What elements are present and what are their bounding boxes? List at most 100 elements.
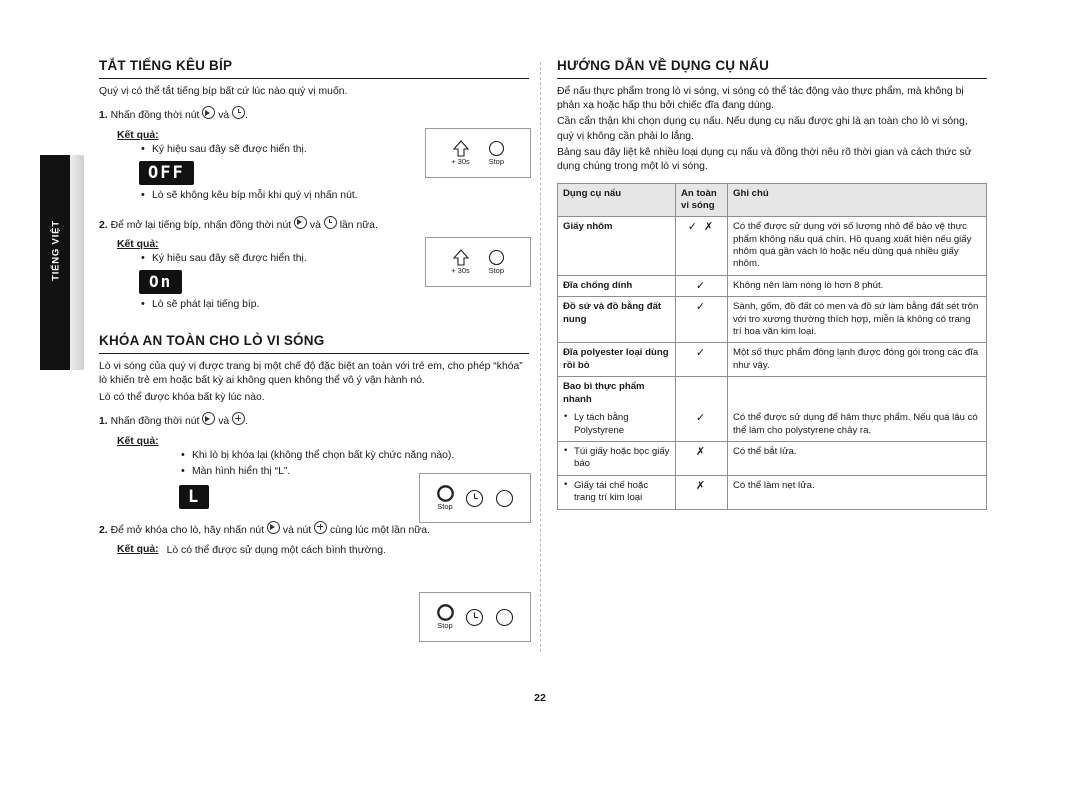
table-row: Giấy nhôm ✓ ✗ Có thể được sử dụng với số… [557, 216, 987, 276]
stop-circle-icon [488, 140, 505, 157]
stop-circle-icon [436, 485, 454, 502]
sound-key-icon [294, 215, 308, 229]
beep-step-1-end: . [245, 110, 248, 122]
key-stop[interactable]: Stop [436, 604, 454, 630]
beep-intro: Quý vị có thể tắt tiếng bíp bất cứ lúc n… [99, 86, 348, 97]
beep-step-2-text: Để mở lại tiếng bíp, nhấn đồng thời nút [110, 219, 292, 231]
beep-step-2: 2. Để mở lại tiếng bíp, nhấn đồng thời n… [99, 215, 529, 234]
key-stop[interactable]: Stop [488, 249, 505, 275]
table-row: Đồ sứ và đồ bằng đất nung ✓ Sành, gốm, đ… [557, 296, 987, 344]
column-divider [540, 62, 542, 652]
sound-key-icon [266, 520, 280, 534]
plus-key-icon [314, 520, 328, 534]
arrow-up-icon [452, 140, 469, 157]
key-stop-label: Stop [437, 502, 453, 511]
cell-note: Có thể được sử dụng với số lượng nhỏ để … [727, 216, 987, 276]
language-side-tab: TIẾNG VIỆT [40, 155, 84, 370]
key-panel-lock: Stop [419, 473, 531, 523]
section-title-beep: TẮT TIẾNG KÊU BÍP [99, 58, 529, 79]
table-row-group-header: Bao bì thực phẩm nhanh [557, 376, 987, 409]
key-panel-beep-off: + 30s Stop [425, 128, 531, 178]
cell-mark: ✓ [675, 296, 728, 344]
key-panel-unlock: Stop [419, 592, 531, 642]
key-plus30s[interactable]: + 30s [451, 249, 470, 275]
side-tab-label: TIẾNG VIỆT [50, 220, 62, 281]
clock-key-icon [323, 215, 337, 229]
dial-circle-icon [495, 608, 514, 627]
key-plus30s[interactable]: + 30s [451, 140, 470, 166]
beep-step-2-mid: và [309, 219, 321, 231]
cell-mark: ✓ [675, 274, 728, 298]
clock-key-icon [232, 106, 246, 120]
key-dial[interactable] [495, 608, 514, 627]
cell-note: Sành, gốm, đồ đất có men và đồ sứ làm bằ… [727, 296, 987, 344]
document-page: TIẾNG VIỆT TẮT TIẾNG KÊU BÍP Quý vị có t… [0, 0, 1080, 789]
key-plus30s-label: + 30s [451, 266, 470, 275]
cookware-para-3: Bảng sau đây liệt kê nhiều loại dụng cụ … [557, 146, 972, 173]
cell-name: Giấy nhôm [557, 216, 676, 276]
cookware-para-1: Để nấu thực phẩm trong lò vi sóng, vi só… [557, 86, 964, 112]
childlock-result-2-text: Lò có thể được sử dụng một cách bình thư… [166, 545, 386, 557]
cell-mark: ✗ [675, 440, 728, 476]
cell-name: Đĩa polyester loại dùng rồi bỏ [557, 342, 676, 378]
cell-mark: ✗ [675, 474, 728, 510]
list-item: Ly tách bằng Polystyrene [563, 411, 670, 437]
beep-step-1: 1. Nhấn đồng thời nút và . [99, 106, 529, 124]
side-tab-black-band: TIẾNG VIỆT [40, 155, 70, 370]
childlock-result-2: Kết quả: Lò có thể được sử dụng một cách… [117, 544, 529, 558]
childlock-step-1-number: 1. [99, 416, 108, 428]
beep-step-2-number: 2. [99, 219, 108, 231]
right-column: HƯỚNG DẪN VỀ DỤNG CỤ NẤU Để nấu thực phẩ… [557, 58, 987, 510]
cell-note: Một số thực phẩm đông lạnh được đóng gói… [727, 342, 987, 378]
cell-note: Không nên làm nóng lò hơn 8 phút. [727, 274, 987, 298]
key-stop-label: Stop [488, 157, 504, 166]
lcd-display-off: OFF [139, 161, 194, 186]
plus-key-icon [232, 412, 246, 426]
beep-step-1-number: 1. [99, 110, 108, 122]
table-header-row: Dụng cụ nấu An toàn vi sóng Ghi chú [557, 183, 987, 218]
list-item: Khi lò bị khóa lại (không thể chọn bất k… [179, 448, 529, 463]
key-stop[interactable]: Stop [436, 485, 454, 511]
childlock-step-2-number: 2. [99, 524, 108, 536]
page-number: 22 [534, 692, 546, 704]
key-panel-beep-on: + 30s Stop [425, 237, 531, 287]
cookware-para-2: Cần cẩn thận khi chọn dụng cụ nấu. Nếu d… [557, 116, 968, 142]
table-row: Đĩa chống dính ✓ Không nên làm nóng lò h… [557, 274, 987, 298]
th-cookware: Dụng cụ nấu [557, 183, 676, 218]
sound-key-icon [202, 412, 216, 426]
childlock-step-1: 1. Nhấn đồng thời nút và . [99, 412, 529, 430]
cookware-table: Dụng cụ nấu An toàn vi sóng Ghi chú Giấy… [557, 183, 987, 510]
cell-mark: ✓ ✗ [675, 216, 728, 276]
beep-result-1-bullets-2: Lò sẽ không kêu bíp mỗi khi quý vị nhấn … [139, 188, 529, 203]
sound-key-icon [202, 106, 216, 120]
table-row: Đĩa polyester loại dùng rồi bỏ ✓ Một số … [557, 342, 987, 378]
cell-note: Có thể bắt lửa. [727, 440, 987, 476]
list-item: Lò sẽ không kêu bíp mỗi khi quý vị nhấn … [139, 188, 529, 203]
key-clock[interactable] [465, 608, 484, 627]
cell-group-name: Bao bì thực phẩm nhanh [557, 376, 676, 409]
list-item: Giấy tái chế hoặc trang trí kim loại [563, 479, 670, 505]
cell-subitem-name: Túi giấy hoặc bọc giấy báo [557, 440, 676, 476]
childlock-step-2-end: cùng lúc một lần nữa. [329, 524, 430, 536]
childlock-para-1: Lò vi sóng của quý vị được trang bị một … [99, 360, 523, 387]
stop-circle-icon [436, 604, 454, 621]
childlock-result-2-label: Kết quả: [117, 544, 159, 556]
beep-step-2-end: lần nữa. [339, 219, 378, 231]
cell-name: Đồ sứ và đồ bằng đất nung [557, 296, 676, 344]
cell-note: Có thể làm nẹt lửa. [727, 474, 987, 510]
section-title-cookware: HƯỚNG DẪN VỀ DỤNG CỤ NẤU [557, 58, 987, 79]
beep-step-1-text: Nhấn đồng thời nút [110, 110, 200, 122]
list-item: Túi giấy hoặc bọc giấy báo [563, 445, 670, 471]
th-note: Ghi chú [727, 183, 987, 218]
section-title-childlock: KHÓA AN TOÀN CHO LÒ VI SÓNG [99, 333, 529, 354]
key-dial[interactable] [495, 489, 514, 508]
cell-name: Đĩa chống dính [557, 274, 676, 298]
key-clock[interactable] [465, 489, 484, 508]
childlock-para-2: Lò có thể được khóa bất kỳ lúc nào. [99, 392, 265, 404]
childlock-step-1-end: . [245, 416, 248, 428]
key-stop[interactable]: Stop [488, 140, 505, 166]
key-stop-label: Stop [437, 621, 453, 630]
clock-icon [465, 608, 484, 627]
childlock-step-1-text: Nhấn đồng thời nút [110, 416, 200, 428]
cell-subitem-name: Giấy tái chế hoặc trang trí kim loại [557, 474, 676, 510]
